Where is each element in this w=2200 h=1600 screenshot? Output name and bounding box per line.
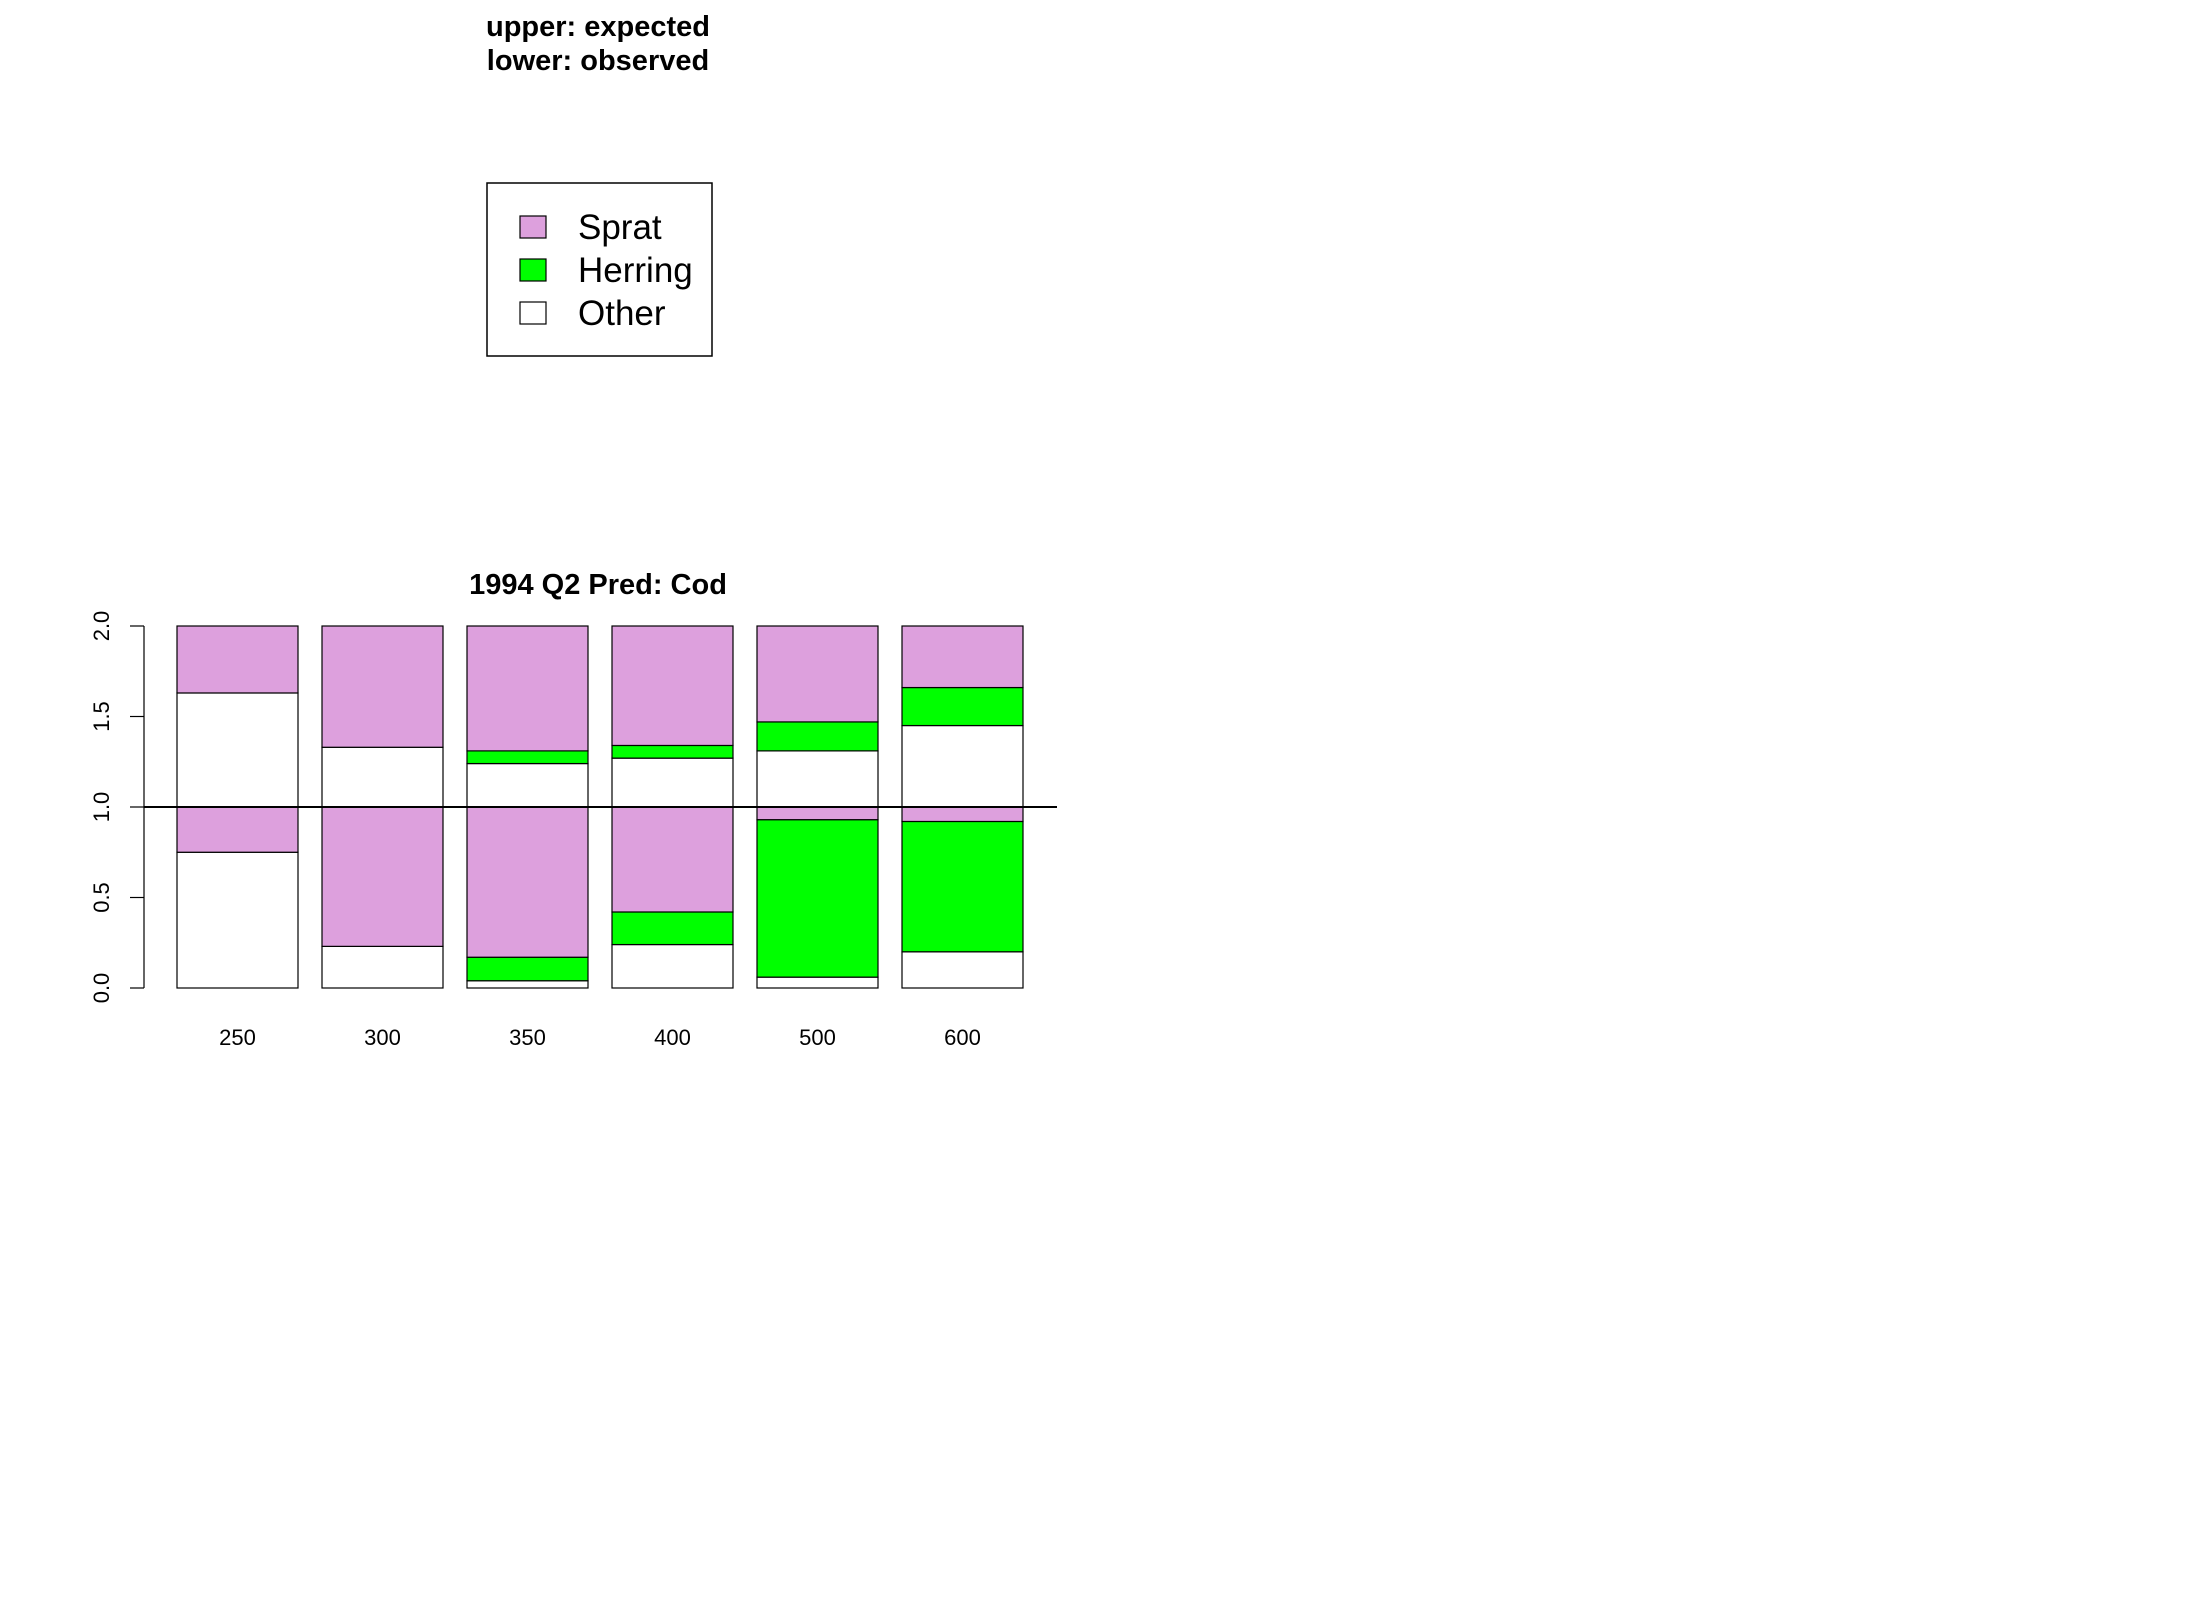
x-tick-label: 250 xyxy=(219,1025,256,1050)
y-tick-label: 1.5 xyxy=(89,701,114,732)
bar-observed-sprat xyxy=(901,806,1024,823)
bar-observed-other xyxy=(756,976,879,989)
header-expected: upper: expected xyxy=(486,11,710,43)
bar-observed-other xyxy=(321,945,444,989)
legend-swatch-other xyxy=(519,301,547,325)
bar-observed-other xyxy=(466,980,589,989)
bar-expected-herring xyxy=(756,721,879,752)
bar-expected-other xyxy=(611,757,734,808)
bar-observed-herring xyxy=(466,956,589,982)
bar-observed-herring xyxy=(901,820,1024,953)
bar-observed-sprat xyxy=(321,806,444,947)
bar-observed-sprat xyxy=(611,806,734,913)
x-axis: 250 300 350 400 500 600 xyxy=(219,1025,981,1050)
bar-observed-other xyxy=(901,951,1024,989)
x-tick-label: 350 xyxy=(509,1025,546,1050)
bar-expected-sprat xyxy=(901,625,1024,689)
bar-observed-herring xyxy=(756,819,879,978)
y-tick-label: 0.5 xyxy=(89,882,114,913)
x-tick-label: 300 xyxy=(364,1025,401,1050)
legend: Sprat Herring Other xyxy=(486,182,713,357)
legend-label-other: Other xyxy=(578,294,666,333)
header-observed: lower: observed xyxy=(487,45,709,77)
bar-expected-sprat xyxy=(466,625,589,752)
bar-observed-sprat xyxy=(176,806,299,853)
bar-expected-sprat xyxy=(756,625,879,723)
bar-expected-other xyxy=(176,692,299,808)
bar-observed-herring xyxy=(611,911,734,946)
x-tick-label: 400 xyxy=(654,1025,691,1050)
bar-observed-other xyxy=(611,943,734,989)
y-tick-label: 0.0 xyxy=(89,973,114,1004)
y-tick-label: 2.0 xyxy=(89,611,114,642)
bar-observed-sprat xyxy=(756,806,879,821)
legend-label-herring: Herring xyxy=(578,251,693,290)
bar-observed-sprat xyxy=(466,806,589,958)
x-tick-label: 600 xyxy=(944,1025,981,1050)
legend-label-sprat: Sprat xyxy=(578,208,662,247)
bar-expected-other xyxy=(321,746,444,808)
y-tick-label: 1.0 xyxy=(89,792,114,823)
bar-expected-sprat xyxy=(176,625,299,694)
chart-title: 1994 Q2 Pred: Cod xyxy=(469,569,727,601)
bar-expected-herring xyxy=(611,744,734,759)
x-tick-label: 500 xyxy=(799,1025,836,1050)
legend-swatch-herring xyxy=(519,258,547,282)
bar-observed-other xyxy=(176,851,299,989)
y-axis: 0.0 0.5 1.0 1.5 2.0 xyxy=(89,611,145,1004)
bar-expected-sprat xyxy=(611,625,734,747)
bar-expected-other xyxy=(756,750,879,808)
bar-expected-other xyxy=(466,762,589,808)
bar-expected-herring xyxy=(901,686,1024,727)
chart-canvas: upper: expected lower: observed Sprat Her… xyxy=(89,11,1057,1050)
bar-expected-other xyxy=(901,724,1024,808)
bar-expected-herring xyxy=(466,750,589,765)
bar-expected-sprat xyxy=(321,625,444,748)
legend-swatch-sprat xyxy=(519,215,547,239)
